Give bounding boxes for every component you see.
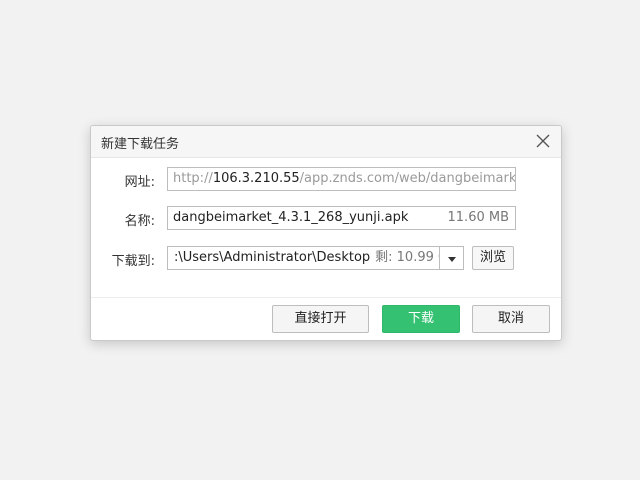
url-host: 106.3.210.55 — [212, 171, 300, 186]
close-button[interactable] — [535, 133, 551, 149]
dialog-title: 新建下载任务 — [101, 137, 180, 152]
file-name-field[interactable]: dangbeimarket_4.3.1_268_yunji.apk 11.60 … — [167, 206, 516, 230]
save-path-value: :\Users\Administrator\Desktop — [174, 250, 371, 265]
url-field[interactable]: http://106.3.210.55/app.znds.com/web/dan… — [167, 167, 516, 191]
url-path: /app.znds.com/web/dangbeimarket_4.3 — [299, 171, 516, 186]
free-space-prefix: 剩: — [375, 250, 393, 265]
open-directly-button[interactable]: 直接打开 — [272, 305, 369, 333]
new-download-dialog: 新建下载任务 网址: http://106.3.210.55/app.znds.… — [90, 125, 562, 341]
url-scheme: http:// — [173, 171, 213, 186]
file-name-value: dangbeimarket_4.3.1_268_yunji.apk — [173, 210, 409, 225]
save-path-field[interactable]: :\Users\Administrator\Desktop 剩: 10.99 G… — [167, 246, 464, 270]
name-label: 名称: — [124, 214, 155, 229]
save-path-dropdown-button[interactable] — [439, 246, 464, 270]
footer-divider — [91, 297, 561, 298]
file-size: 11.60 MB — [447, 210, 509, 225]
cancel-button[interactable]: 取消 — [472, 305, 550, 333]
browse-button[interactable]: 浏览 — [472, 246, 514, 270]
dialog-titlebar: 新建下载任务 — [91, 126, 561, 158]
chevron-down-icon — [448, 257, 456, 262]
close-icon — [536, 134, 550, 148]
save-to-label: 下载到: — [111, 254, 155, 269]
download-button[interactable]: 下载 — [382, 305, 460, 333]
url-label: 网址: — [124, 175, 155, 190]
